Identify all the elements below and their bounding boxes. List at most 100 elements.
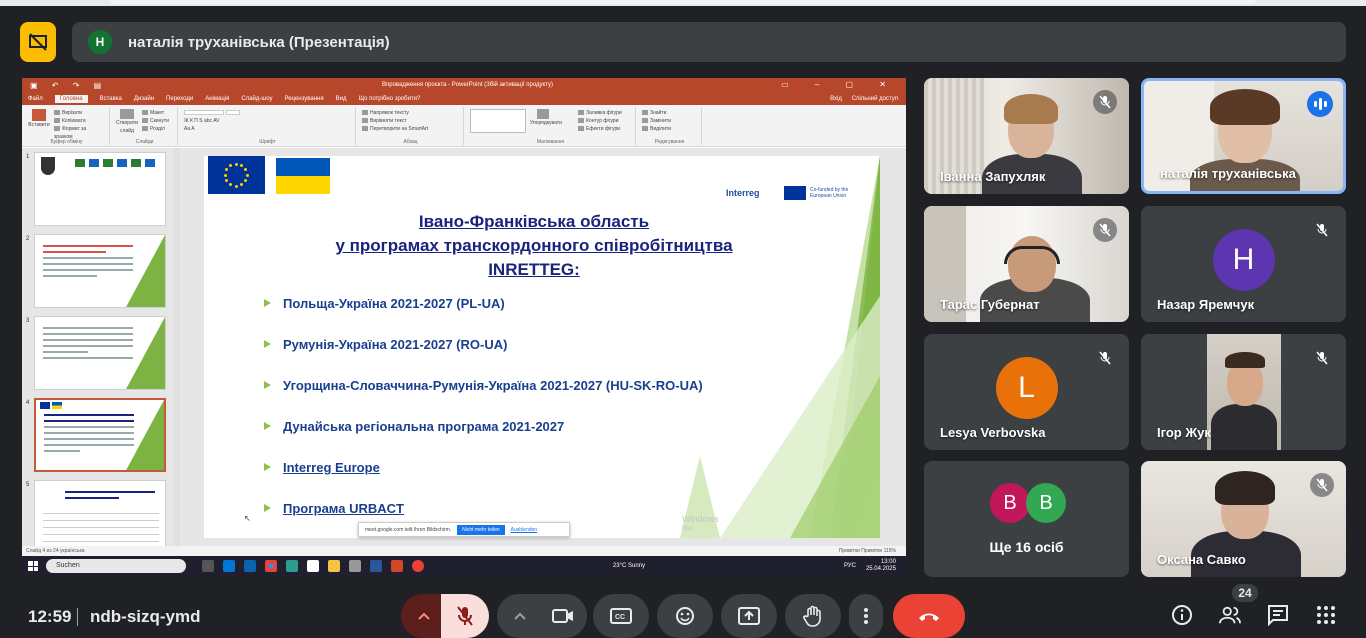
section-button[interactable]: Розділ: [150, 126, 165, 132]
new-slide-button[interactable]: Створити слайд: [116, 120, 138, 134]
explorer-icon[interactable]: [328, 560, 340, 572]
reset-button[interactable]: Скинути: [150, 118, 169, 124]
task-view-icon[interactable]: [202, 560, 214, 572]
raise-hand-button[interactable]: [785, 594, 841, 638]
windows-start-icon[interactable]: [26, 559, 40, 573]
present-screen-button[interactable]: [721, 594, 777, 638]
tab-home[interactable]: Головна: [54, 95, 88, 103]
participant-tile[interactable]: Ігор Жук: [1141, 334, 1346, 450]
select-button[interactable]: Виділити: [650, 126, 671, 132]
camera-toggle-button[interactable]: [539, 594, 587, 638]
closed-captions-icon: CC: [610, 608, 632, 624]
participant-tile[interactable]: H Назар Яремчук: [1141, 206, 1346, 322]
participant-tile[interactable]: Тарас Губернат: [924, 206, 1129, 322]
microphone-toggle-button[interactable]: [441, 594, 489, 638]
chrome-icon-2[interactable]: [412, 560, 424, 572]
store-icon[interactable]: [223, 560, 235, 572]
program-list: Польща-Україна 2021-2027 (PL-UA) Румунія…: [264, 296, 703, 538]
divider: [77, 608, 78, 626]
quick-access-icons[interactable]: ▣ ↶ ↷ ▤: [30, 81, 107, 90]
windows-activation-watermark-sub: Wec: [682, 526, 694, 532]
chrome-icon[interactable]: [265, 560, 277, 572]
copy-button[interactable]: Копіювати: [62, 118, 86, 124]
slide-thumbnail-3[interactable]: [34, 316, 166, 390]
group-label: Малювання: [536, 139, 565, 145]
tab-slideshow[interactable]: Слайд-шоу: [241, 96, 272, 102]
tab-design[interactable]: Дизайн: [134, 96, 154, 102]
more-participants-tile[interactable]: B B Ще 16 осіб: [924, 461, 1129, 577]
slide-thumbnail-2[interactable]: [34, 234, 166, 308]
sign-in-link[interactable]: Вхід: [830, 96, 842, 102]
tab-transitions[interactable]: Переходи: [166, 96, 193, 102]
urbact-link[interactable]: Програма URBACT: [283, 501, 404, 516]
chat-button[interactable]: [1267, 604, 1289, 626]
participant-tile[interactable]: L Lesya Verbovska: [924, 334, 1129, 450]
file-icon[interactable]: [307, 560, 319, 572]
shape-effects-button[interactable]: Ефекти фігури: [586, 126, 620, 132]
slide-thumbnail-5[interactable]: [34, 480, 166, 554]
slide-thumbnail-4[interactable]: [34, 398, 166, 472]
interreg-europe-link[interactable]: Interreg Europe: [283, 460, 380, 475]
participant-tile[interactable]: Іванна Запухляк: [924, 78, 1129, 194]
speaking-indicator-icon: [1307, 91, 1333, 117]
stop-sharing-button[interactable]: Nicht mehr teilen: [457, 524, 505, 535]
cut-button[interactable]: Вирізати: [62, 110, 82, 116]
tab-animation[interactable]: Анімація: [205, 96, 229, 102]
word-icon[interactable]: [370, 560, 382, 572]
layout-button[interactable]: Макет: [150, 110, 164, 116]
tab-file[interactable]: Файл: [28, 96, 43, 102]
window-controls[interactable]: ▭ – ▢ ✕: [781, 80, 898, 89]
activities-button[interactable]: [1315, 604, 1337, 626]
shape-fill-button[interactable]: Заливка фігури: [586, 110, 622, 116]
edge-icon[interactable]: [286, 560, 298, 572]
captions-button[interactable]: CC: [593, 594, 649, 638]
people-button[interactable]: [1219, 604, 1241, 626]
font-format-buttons[interactable]: Ж К П S abc AV: [184, 117, 351, 125]
tab-review[interactable]: Рецензування: [284, 96, 323, 102]
shapes-gallery[interactable]: [470, 109, 526, 133]
slide-title-line-1: Івано-Франківська область: [418, 212, 650, 231]
find-button[interactable]: Знайти: [650, 110, 666, 116]
taskbar-search[interactable]: Suchen: [46, 559, 186, 573]
ukraine-flag: [276, 158, 330, 194]
text-direction-button[interactable]: Напрямок тексту: [370, 110, 409, 116]
tell-me-search[interactable]: Що потрібно зробити?: [358, 96, 420, 102]
mail-icon[interactable]: [349, 560, 361, 572]
powerpoint-icon[interactable]: [391, 560, 403, 572]
arrange-button[interactable]: Упорядкувати: [530, 120, 562, 126]
taskbar-weather[interactable]: 23°C Sunny: [613, 563, 655, 569]
taskbar-language[interactable]: РУС: [844, 563, 866, 569]
eu-star: [224, 168, 228, 171]
smartart-button[interactable]: Перетворити на SmartArt: [370, 126, 428, 132]
slide-number: 3: [26, 318, 30, 324]
camera-options-button[interactable]: [497, 594, 543, 638]
windows-activation-watermark: Windows: [682, 514, 719, 524]
slide-thumbnail-1[interactable]: [34, 152, 166, 226]
current-slide[interactable]: Interreg Co-funded by the European Union…: [204, 156, 880, 538]
reactions-button[interactable]: [657, 594, 713, 638]
stop-presentation-button[interactable]: [20, 22, 56, 62]
more-options-button[interactable]: [849, 594, 883, 638]
participant-tile-active-speaker[interactable]: наталія труханівська: [1141, 78, 1346, 194]
slide-number: 5: [26, 482, 30, 488]
paste-button[interactable]: Вставити: [28, 122, 49, 128]
meeting-details-button[interactable]: [1171, 604, 1193, 626]
replace-button[interactable]: Замінити: [650, 118, 671, 124]
shape-outline-button[interactable]: Контур фігури: [586, 118, 618, 124]
font-case-buttons[interactable]: Aa A: [184, 125, 351, 133]
status-view-zoom[interactable]: Примітки Примітки 115%: [839, 548, 896, 554]
tab-view[interactable]: Вид: [336, 96, 347, 102]
group-label: Слайди: [135, 139, 154, 145]
eu-star: [244, 179, 248, 182]
leave-call-button[interactable]: [893, 594, 965, 638]
screen-share-notification: meet.google.com teilt Ihren Bildschirm. …: [358, 522, 570, 537]
hide-notification-link[interactable]: Ausblenden: [511, 527, 537, 533]
align-text-button[interactable]: Вирівняти текст: [370, 118, 407, 124]
participant-tile[interactable]: Оксана Савко: [1141, 461, 1346, 577]
taskbar-clock[interactable]: 13:00 25.04.2025: [866, 559, 906, 573]
taskbar-date: 25.04.2025: [865, 566, 896, 572]
outlook-icon[interactable]: [244, 560, 256, 572]
videocam-icon: [552, 609, 573, 623]
tab-insert[interactable]: Вставка: [100, 96, 122, 102]
share-link[interactable]: Спільний доступ: [852, 96, 898, 102]
